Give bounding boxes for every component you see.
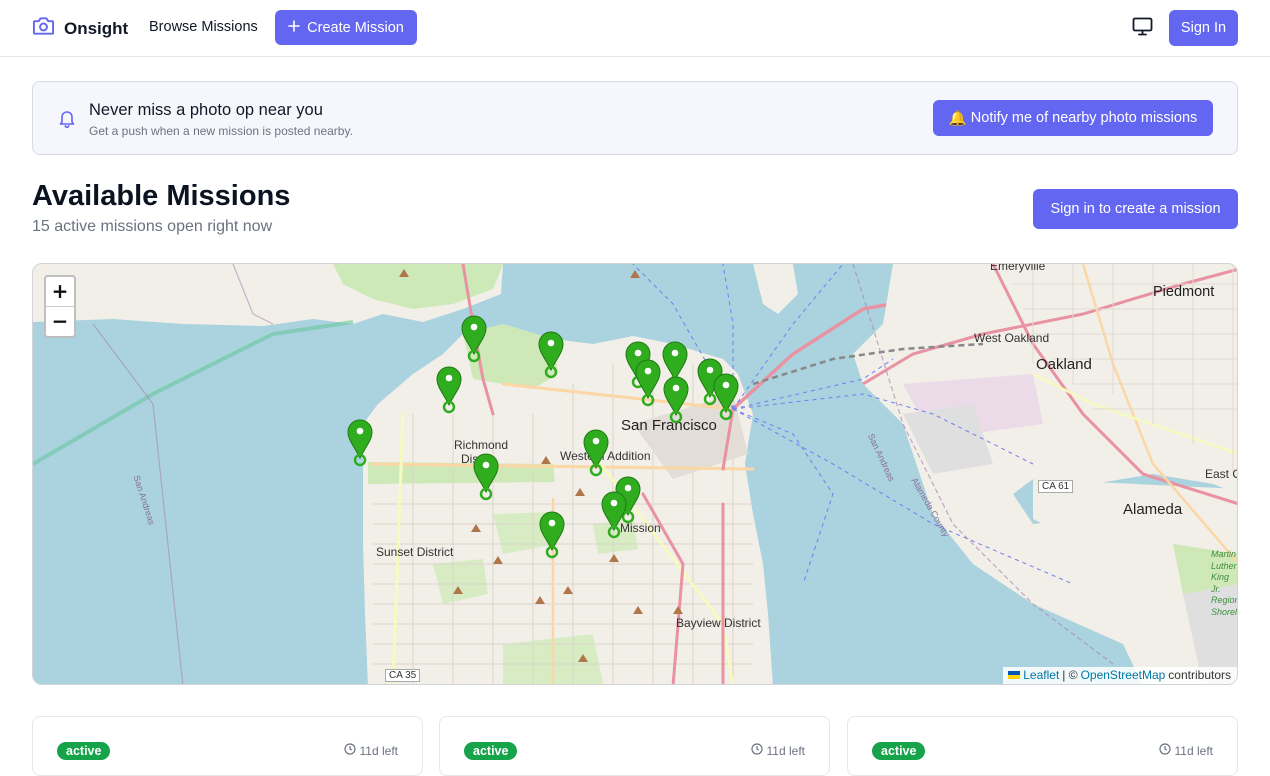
brand-logo[interactable]: Onsight bbox=[32, 16, 128, 41]
missions-map[interactable]: Emeryville Piedmont West Oakland Oakland… bbox=[32, 263, 1238, 685]
banner-subtitle: Get a push when a new mission is posted … bbox=[89, 124, 353, 138]
map-label-shoreline: Martin Luther King Jr. Regional Shorelin… bbox=[1211, 549, 1238, 617]
status-badge: active bbox=[464, 742, 518, 760]
time-left: 11d left bbox=[750, 743, 805, 758]
attribution-separator: | © bbox=[1062, 668, 1078, 682]
mission-marker-icon[interactable] bbox=[346, 418, 374, 468]
bell-icon bbox=[58, 109, 76, 133]
browse-missions-link[interactable]: Browse Missions bbox=[149, 19, 258, 35]
status-badge: active bbox=[57, 742, 111, 760]
ukraine-flag-icon bbox=[1008, 671, 1021, 679]
create-mission-label: Create Mission bbox=[307, 19, 404, 36]
mission-marker-icon[interactable] bbox=[662, 375, 690, 425]
notification-banner: Never miss a photo op near you Get a pus… bbox=[32, 81, 1238, 155]
mission-marker-icon[interactable] bbox=[634, 358, 662, 408]
map-attribution: Leaflet | © OpenStreetMap contributors bbox=[1003, 667, 1237, 684]
zoom-control: + − bbox=[44, 275, 76, 338]
mission-marker-icon[interactable] bbox=[600, 490, 628, 540]
brand-name: Onsight bbox=[64, 18, 129, 38]
notify-button-label: Notify me of nearby photo missions bbox=[970, 110, 1198, 126]
notify-nearby-button[interactable]: 🔔 Notify me of nearby photo missions bbox=[933, 100, 1213, 136]
create-mission-button[interactable]: Create Mission bbox=[275, 10, 417, 45]
monitor-icon[interactable] bbox=[1132, 17, 1153, 41]
attribution-suffix: contributors bbox=[1168, 668, 1231, 682]
map-label-emeryville: Emeryville bbox=[990, 263, 1046, 273]
mission-card[interactable]: active 11d left bbox=[847, 716, 1238, 776]
mission-marker-icon[interactable] bbox=[538, 510, 566, 560]
mission-marker-icon[interactable] bbox=[582, 428, 610, 478]
zoom-out-button[interactable]: − bbox=[46, 307, 74, 337]
clock-icon bbox=[750, 743, 763, 758]
bell-emoji-icon: 🔔 bbox=[948, 110, 967, 127]
mission-marker-icon[interactable] bbox=[460, 314, 488, 364]
map-label-piedmont: Piedmont bbox=[1153, 284, 1215, 300]
map-label-ca35: CA 35 bbox=[385, 669, 421, 682]
clock-icon bbox=[1158, 743, 1171, 758]
mission-marker-icon[interactable] bbox=[435, 365, 463, 415]
map-label-sunset-district: Sunset District bbox=[376, 545, 454, 559]
map-label-richmond: Richmond bbox=[454, 438, 509, 452]
time-left-label: 11d left bbox=[359, 743, 398, 758]
time-left-label: 11d left bbox=[1174, 743, 1213, 758]
mission-card[interactable]: active 11d left bbox=[32, 716, 423, 776]
sign-in-button[interactable]: Sign In bbox=[1169, 10, 1238, 46]
banner-title: Never miss a photo op near you bbox=[89, 101, 323, 119]
sign-in-to-create-button[interactable]: Sign in to create a mission bbox=[1033, 189, 1238, 229]
camera-icon bbox=[32, 16, 55, 41]
page-subtitle: 15 active missions open right now bbox=[32, 218, 273, 235]
time-left: 11d left bbox=[343, 743, 398, 758]
time-left-label: 11d left bbox=[766, 743, 805, 758]
openstreetmap-link[interactable]: OpenStreetMap bbox=[1081, 668, 1166, 682]
top-navbar: Onsight Browse Missions Create Mission S… bbox=[0, 0, 1270, 57]
mission-card[interactable]: active 11d left bbox=[439, 716, 830, 776]
mission-marker-icon[interactable] bbox=[472, 452, 500, 502]
plus-icon bbox=[288, 19, 300, 36]
map-label-west-oakland: West Oakland bbox=[974, 331, 1050, 345]
leaflet-link[interactable]: Leaflet bbox=[1023, 668, 1059, 682]
mission-marker-icon[interactable] bbox=[712, 372, 740, 422]
map-label-oakland: Oakland bbox=[1036, 356, 1092, 373]
page-title: Available Missions bbox=[32, 180, 291, 212]
time-left: 11d left bbox=[1158, 743, 1213, 758]
map-label-east-oakland: East O bbox=[1205, 467, 1237, 481]
map-label-ca61: CA 61 bbox=[1038, 480, 1074, 493]
zoom-in-button[interactable]: + bbox=[46, 277, 74, 307]
map-label-bayview-district: Bayview District bbox=[676, 616, 761, 630]
mission-marker-icon[interactable] bbox=[537, 330, 565, 380]
clock-icon bbox=[343, 743, 356, 758]
map-label-alameda: Alameda bbox=[1123, 501, 1183, 518]
status-badge: active bbox=[872, 742, 926, 760]
